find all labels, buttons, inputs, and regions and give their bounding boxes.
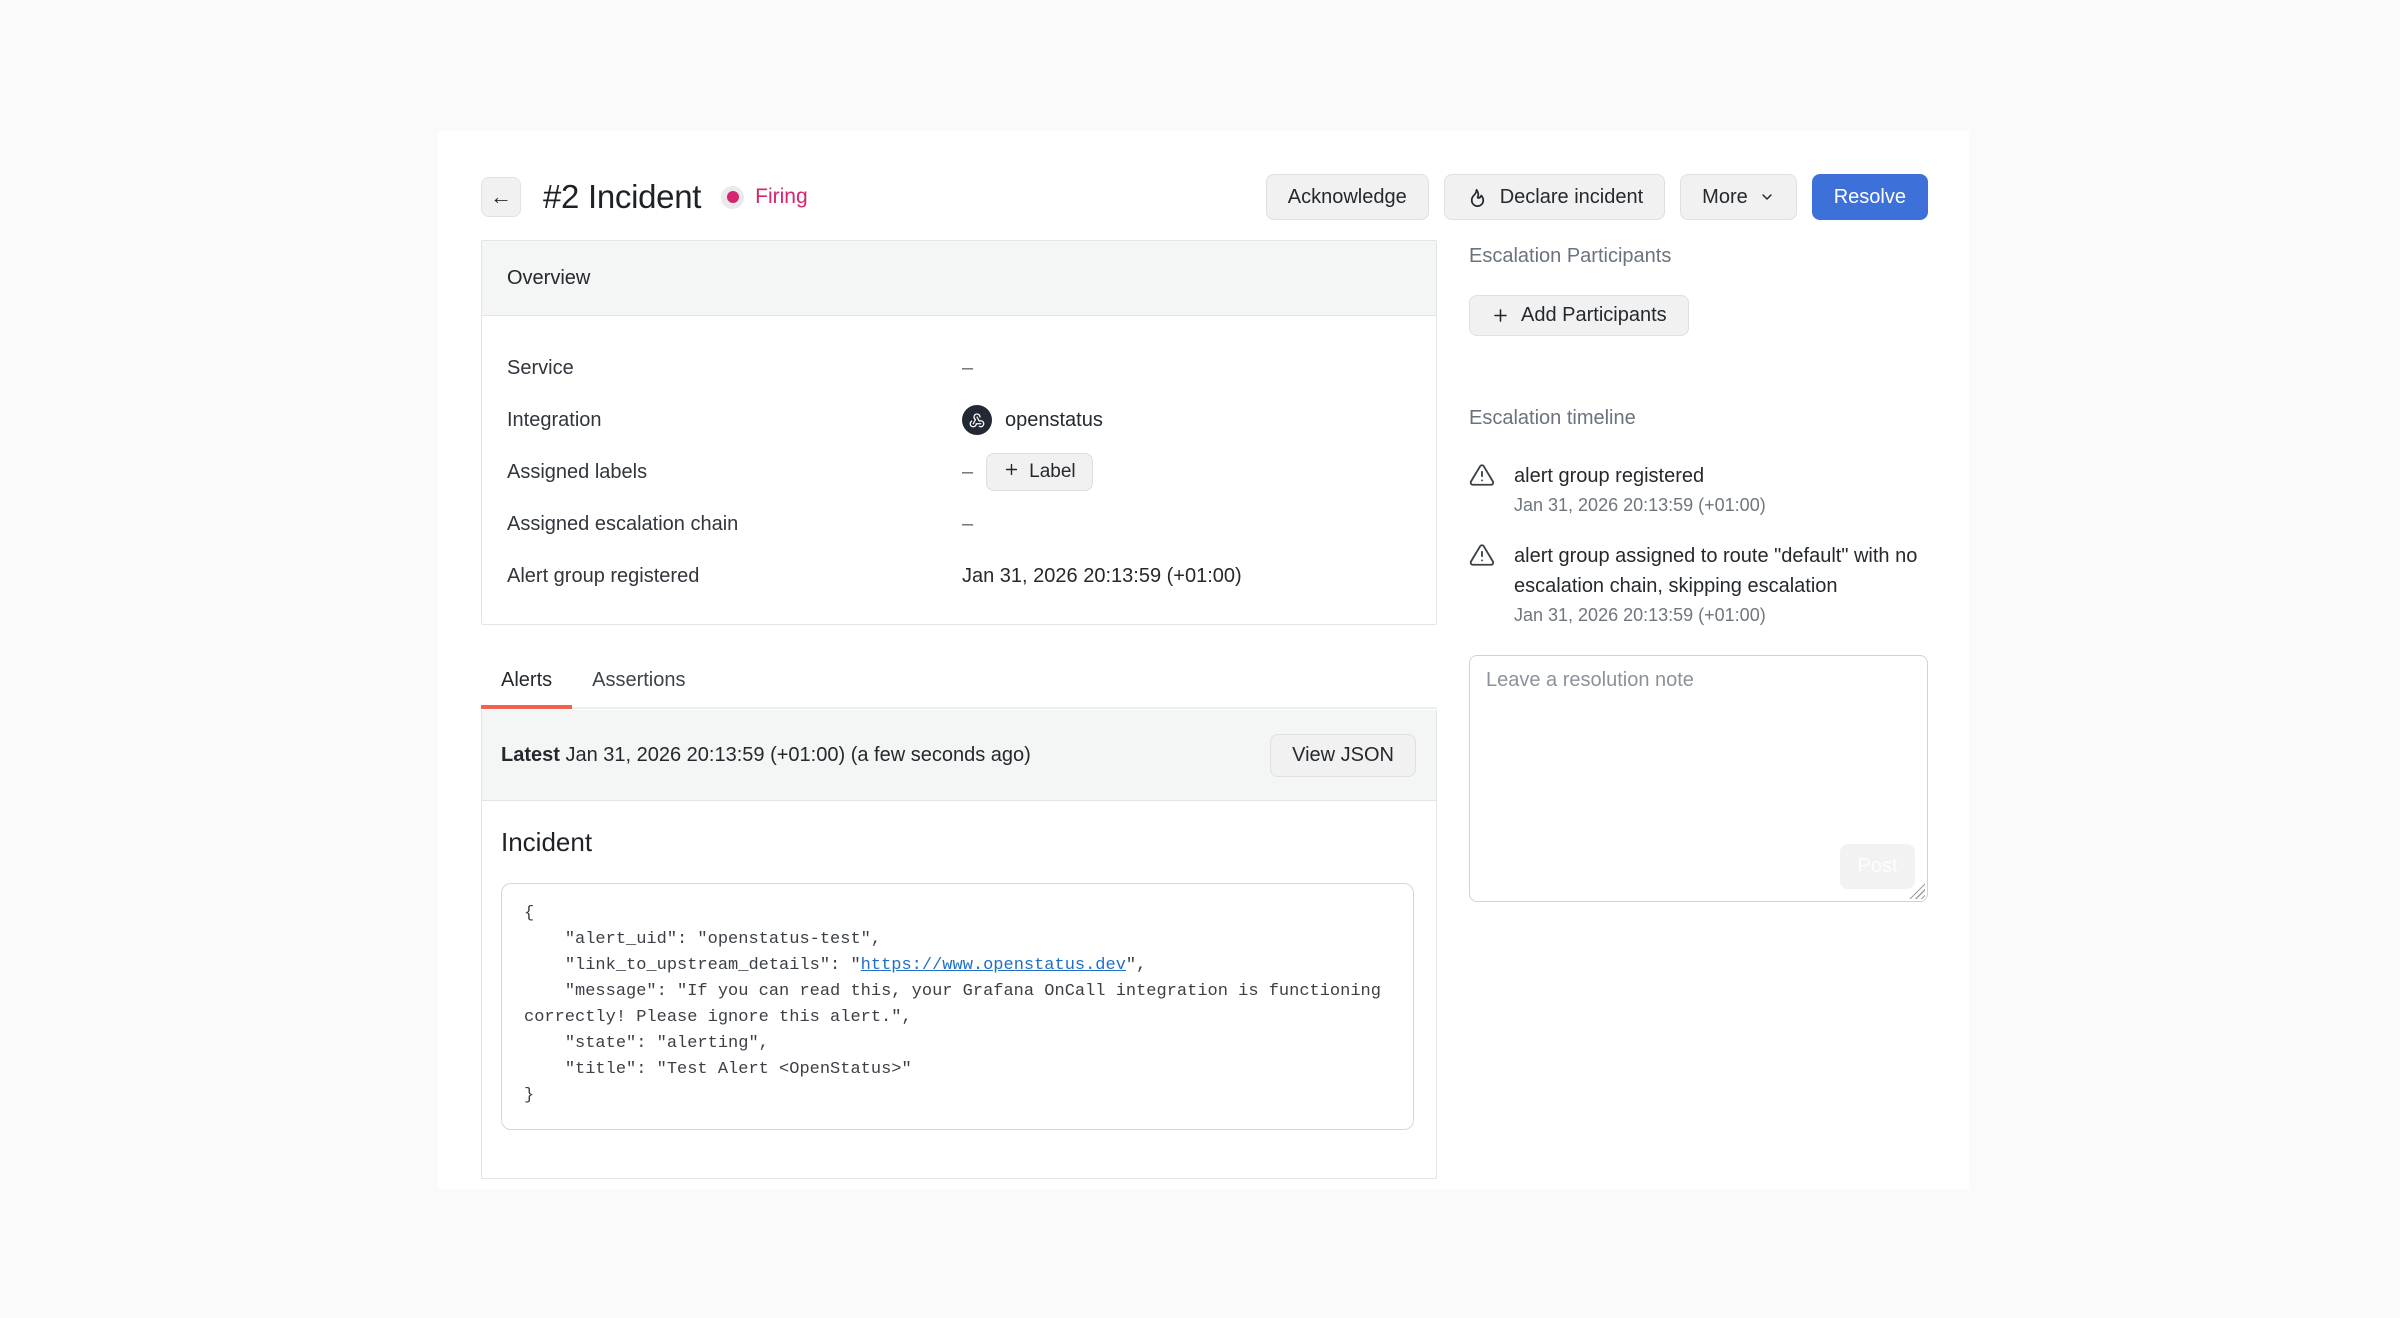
assigned-labels-label: Assigned labels [507,461,962,484]
latest-prefix: Latest [501,744,560,766]
overview-row-integration: Integration openstatus [482,394,1436,446]
add-label-text: Label [1029,461,1076,483]
overview-row-escalation-chain: Assigned escalation chain – [482,498,1436,550]
alerts-panel: Latest Jan 31, 2026 20:13:59 (+01:00) (a… [481,710,1437,1179]
arrow-left-icon: ← [490,184,512,210]
chevron-down-icon [1759,189,1775,205]
declare-incident-label: Declare incident [1500,186,1643,209]
timeline-item: alert group assigned to route "default" … [1469,541,1928,626]
escalation-chain-label: Assigned escalation chain [507,513,962,536]
incident-header: ← #2 Incident Firing Acknowledge Declare… [481,174,1928,220]
timeline-title: Escalation timeline [1469,407,1928,430]
sidebar: Escalation Participants Add Participants… [1469,240,1928,1179]
incident-card: ← #2 Incident Firing Acknowledge Declare… [438,131,1969,1189]
resolve-label: Resolve [1834,186,1906,209]
alert-tabs: Alerts Assertions [481,659,1437,709]
main-column: Overview Service – Integration [481,240,1437,1179]
timeline-item-text: alert group registered [1514,461,1766,491]
add-participants-label: Add Participants [1521,304,1667,327]
timeline-item: alert group registered Jan 31, 2026 20:1… [1469,461,1928,516]
timeline-item-time: Jan 31, 2026 20:13:59 (+01:00) [1514,605,1928,626]
warning-triangle-icon [1469,462,1495,516]
page-title: #2 Incident [543,178,701,216]
back-button[interactable]: ← [481,177,521,217]
overview-row-service: Service – [482,342,1436,394]
flame-icon [1466,186,1489,209]
resolve-button[interactable]: Resolve [1812,174,1928,220]
tab-assertions[interactable]: Assertions [572,659,705,707]
plus-icon [1003,461,1020,484]
overview-row-registered: Alert group registered Jan 31, 2026 20:1… [482,550,1436,602]
incident-section-title: Incident [501,827,1414,858]
add-label-button[interactable]: Label [986,453,1093,491]
status-badge: Firing [721,185,808,209]
webhook-icon [962,405,992,435]
timeline-item-time: Jan 31, 2026 20:13:59 (+01:00) [1514,495,1766,516]
registered-value: Jan 31, 2026 20:13:59 (+01:00) [962,565,1242,588]
latest-time: Jan 31, 2026 20:13:59 (+01:00) (a few se… [560,744,1031,766]
registered-label: Alert group registered [507,565,962,588]
declare-incident-button[interactable]: Declare incident [1444,174,1665,220]
more-button[interactable]: More [1680,174,1797,220]
assigned-labels-value: – [962,461,973,484]
latest-alert-text: Latest Jan 31, 2026 20:13:59 (+01:00) (a… [501,744,1031,767]
acknowledge-button[interactable]: Acknowledge [1266,174,1429,220]
timeline-item-text: alert group assigned to route "default" … [1514,541,1928,601]
more-label: More [1702,186,1748,209]
tab-alerts[interactable]: Alerts [481,659,572,707]
service-label: Service [507,357,962,380]
overview-panel: Overview Service – Integration [481,240,1437,625]
overview-row-labels: Assigned labels – Label [482,446,1436,498]
firing-dot-icon [721,186,744,209]
integration-label: Integration [507,409,962,432]
escalation-chain-value: – [962,513,973,536]
code-after-link: ", "message": "If you can read this, you… [524,956,1391,1105]
overview-panel-header: Overview [482,241,1436,316]
acknowledge-label: Acknowledge [1288,186,1407,209]
upstream-link[interactable]: https://www.openstatus.dev [861,956,1126,975]
integration-value: openstatus [1005,409,1103,432]
service-value: – [962,357,973,380]
warning-triangle-icon [1469,542,1495,626]
add-participants-button[interactable]: Add Participants [1469,295,1689,336]
post-note-button[interactable]: Post [1840,844,1915,889]
plus-icon [1491,306,1510,325]
status-label: Firing [755,185,808,209]
view-json-label: View JSON [1292,744,1394,767]
latest-alert-bar: Latest Jan 31, 2026 20:13:59 (+01:00) (a… [482,710,1436,801]
resolution-note-container: Post [1469,655,1928,902]
alert-payload-code: { "alert_uid": "openstatus-test", "link_… [501,883,1414,1130]
header-actions: Acknowledge Declare incident More [1266,174,1928,220]
view-json-button[interactable]: View JSON [1270,734,1416,777]
participants-title: Escalation Participants [1469,245,1928,268]
code-before-link: { "alert_uid": "openstatus-test", "link_… [524,904,881,975]
